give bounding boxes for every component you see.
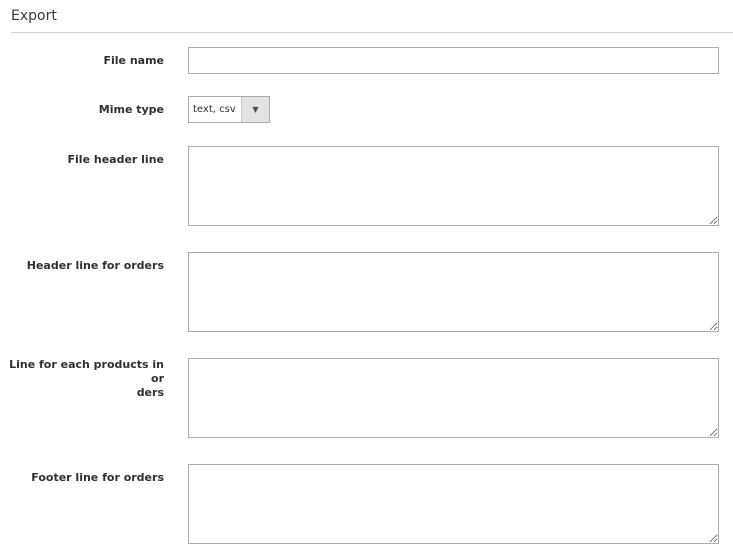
file-name-input[interactable] <box>188 47 719 74</box>
file-header-line-textarea[interactable] <box>188 146 719 226</box>
header-line-orders-label: Header line for orders <box>26 259 164 272</box>
mime-type-selected-value: text, csv <box>193 104 236 115</box>
file-name-label: File name <box>103 54 164 67</box>
footer-line-orders-textarea[interactable] <box>188 464 719 544</box>
line-each-product-label: Line for each products in or ders <box>4 358 164 400</box>
header-line-orders-textarea[interactable] <box>188 252 719 332</box>
section-title: Export <box>11 8 57 24</box>
line-each-product-textarea[interactable] <box>188 358 719 438</box>
chevron-down-icon[interactable]: ▼ <box>241 97 269 122</box>
footer-line-orders-label: Footer line for orders <box>31 471 164 484</box>
line-each-product-label-line2: ders <box>136 386 164 399</box>
line-each-product-label-line1: Line for each products in or <box>9 358 164 385</box>
mime-type-select[interactable]: text, csv ▼ <box>188 96 270 123</box>
mime-type-label: Mime type <box>98 103 164 116</box>
file-header-line-label: File header line <box>67 153 164 166</box>
section-divider <box>11 32 733 33</box>
